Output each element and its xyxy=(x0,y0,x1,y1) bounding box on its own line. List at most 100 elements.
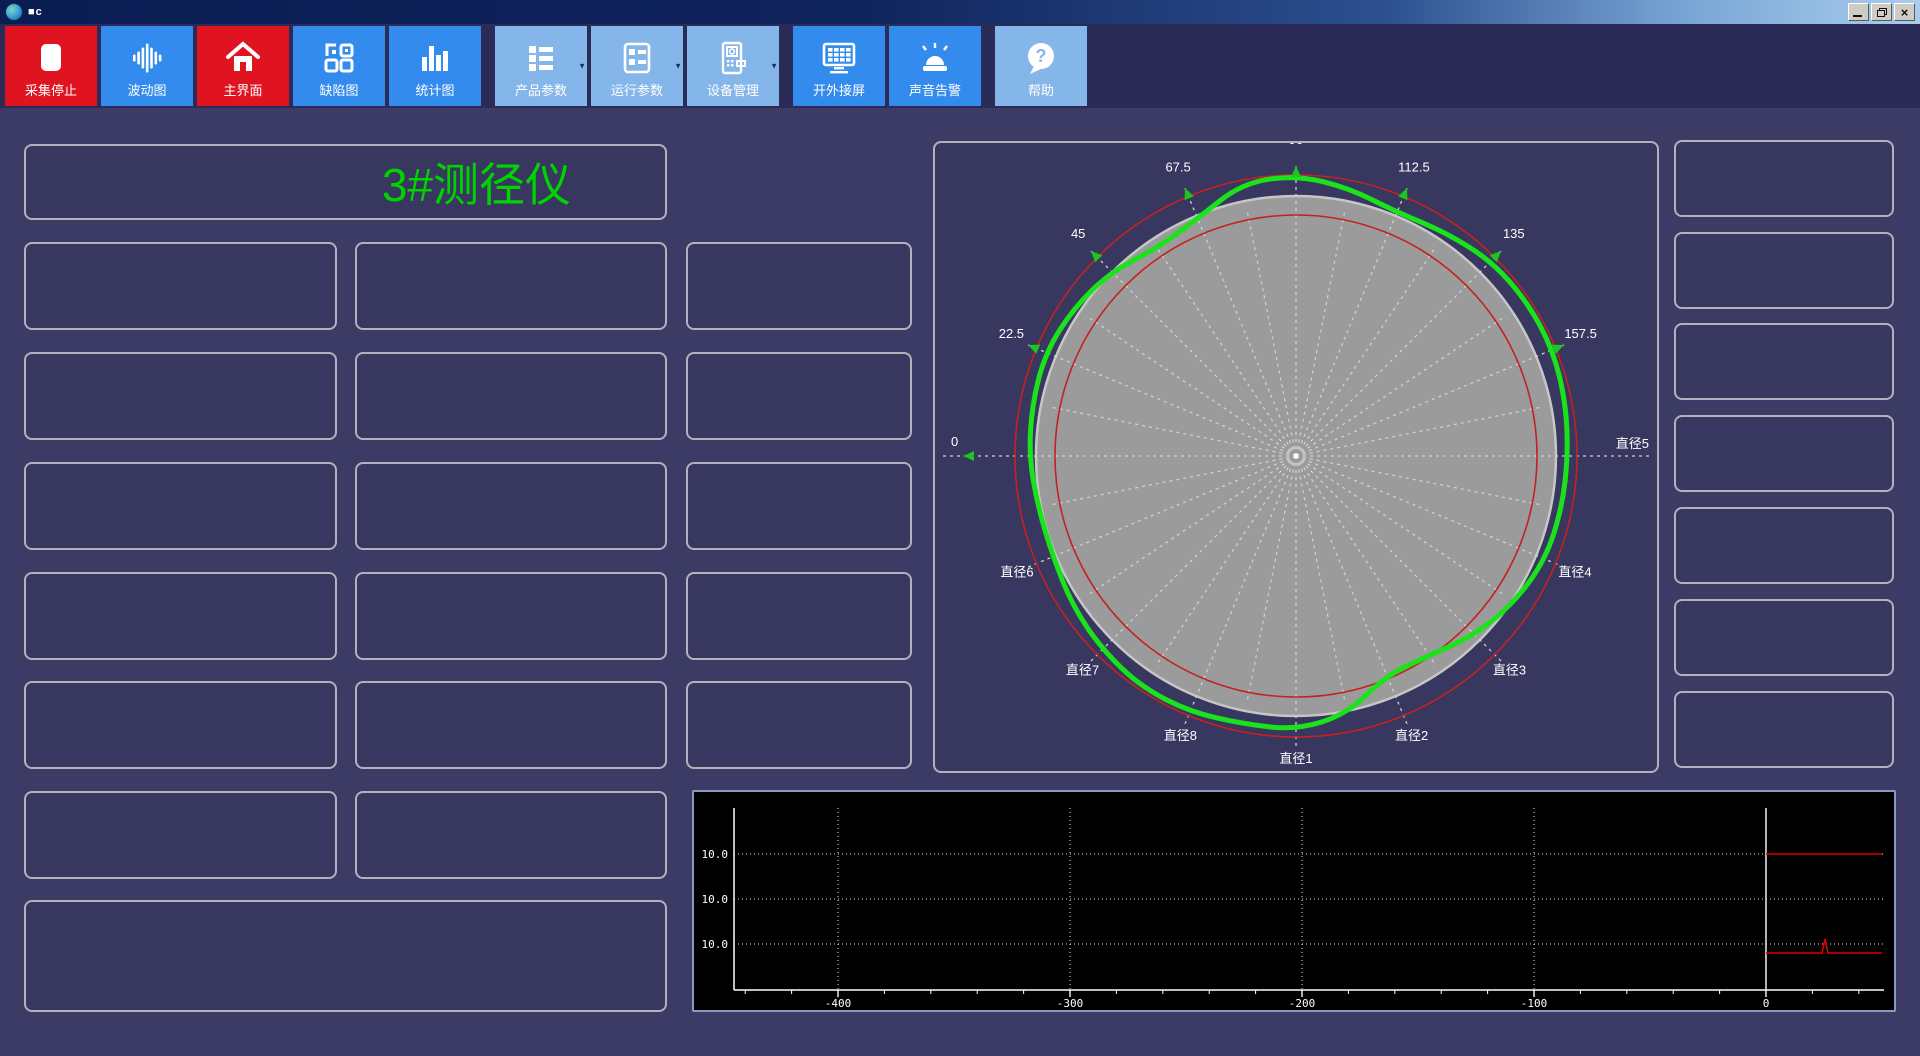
metric-box xyxy=(355,681,667,769)
svg-text:?: ? xyxy=(1036,46,1047,66)
toolbar-button-label: 运行参数 xyxy=(610,83,663,98)
metric-box xyxy=(686,681,912,769)
close-button[interactable]: × xyxy=(1894,3,1915,21)
toolbar-button-waveform[interactable]: 波动图 xyxy=(101,26,193,106)
toolbar-button-label: 采集停止 xyxy=(24,83,77,98)
toolbar-button-label: 缺陷图 xyxy=(319,83,359,98)
toolbar-button-product-params[interactable]: 产品参数 ▼ xyxy=(495,26,587,106)
toolbar-button-label: 声音告警 xyxy=(908,83,961,98)
close-icon: × xyxy=(1900,4,1909,20)
bar-chart-icon xyxy=(415,38,455,78)
app-logo-icon xyxy=(5,3,23,21)
device-manage-icon xyxy=(713,38,753,78)
toolbar-button-label: 帮助 xyxy=(1027,83,1054,98)
svg-text:22.5: 22.5 xyxy=(999,326,1024,341)
chevron-down-icon: ▼ xyxy=(674,61,682,71)
svg-text:直径2: 直径2 xyxy=(1395,728,1428,743)
svg-text:10.0: 10.0 xyxy=(702,893,729,906)
waveform-icon xyxy=(127,38,167,78)
metric-label xyxy=(688,354,910,360)
metric-label xyxy=(688,244,910,250)
toolbar-button-label: 设备管理 xyxy=(706,83,759,98)
metric-label xyxy=(357,244,665,250)
metric-label xyxy=(26,683,335,689)
titlebar: ■c × xyxy=(0,0,1920,24)
status-box xyxy=(1674,691,1894,768)
metric-box xyxy=(355,242,667,330)
minimize-button[interactable] xyxy=(1848,3,1869,21)
status-label xyxy=(1676,234,1892,239)
metric-label xyxy=(688,683,910,689)
svg-text:-300: -300 xyxy=(1057,997,1084,1010)
gauge-title-box: 3#测径仪 xyxy=(24,144,667,220)
chevron-down-icon: ▼ xyxy=(770,61,778,71)
metric-label xyxy=(688,574,910,580)
status-box xyxy=(1674,232,1894,309)
status-box xyxy=(1674,140,1894,217)
svg-text:直径4: 直径4 xyxy=(1558,565,1591,580)
metric-box xyxy=(24,681,337,769)
run-params-icon xyxy=(617,38,657,78)
metric-label xyxy=(26,244,335,250)
svg-text:直径6: 直径6 xyxy=(1000,565,1033,580)
metric-label xyxy=(357,793,665,799)
toolbar-button-home[interactable]: 主界面 xyxy=(197,26,289,106)
status-label xyxy=(1676,601,1892,606)
status-box xyxy=(1674,415,1894,492)
metric-label xyxy=(357,464,665,470)
svg-text:45: 45 xyxy=(1071,226,1085,241)
status-box xyxy=(1674,507,1894,584)
svg-text:直径7: 直径7 xyxy=(1066,663,1099,678)
alarm-box xyxy=(24,900,667,1012)
toolbar-button-bar-chart[interactable]: 统计图 xyxy=(389,26,481,106)
svg-text:90: 90 xyxy=(1289,143,1303,147)
metric-label xyxy=(357,683,665,689)
svg-text:0: 0 xyxy=(951,434,958,449)
metric-box xyxy=(686,572,912,660)
home-icon xyxy=(223,38,263,78)
svg-text:10.0: 10.0 xyxy=(702,848,729,861)
metric-label xyxy=(26,793,335,799)
svg-text:直径3: 直径3 xyxy=(1493,663,1526,678)
external-screen-icon xyxy=(819,38,859,78)
toolbar-button-stop[interactable]: 采集停止 xyxy=(5,26,97,106)
metric-label xyxy=(357,574,665,580)
polar-profile-chart: 0 22.5 45 67.5 90 112.5 135 157.5 直径1 直径2 直径3 直径4 直径… xyxy=(943,143,1649,766)
metric-box xyxy=(24,572,337,660)
toolbar-button-sound-alarm[interactable]: 声音告警 xyxy=(889,26,981,106)
metric-label xyxy=(357,354,665,360)
trend-panel: 10.0 10.0 10.0 -400 -300 -200 -100 0 xyxy=(692,790,1896,1012)
status-label xyxy=(1676,142,1892,147)
svg-text:10.0: 10.0 xyxy=(702,938,729,951)
minimize-icon xyxy=(1853,15,1862,17)
svg-text:-200: -200 xyxy=(1289,997,1316,1010)
svg-text:135: 135 xyxy=(1503,226,1525,241)
svg-text:-100: -100 xyxy=(1521,997,1548,1010)
stop-icon xyxy=(31,38,71,78)
svg-text:直径1: 直径1 xyxy=(1279,751,1312,766)
metric-label xyxy=(688,464,910,470)
svg-text:0: 0 xyxy=(1763,997,1770,1010)
metric-box xyxy=(686,462,912,550)
metric-label xyxy=(26,464,335,470)
metric-box xyxy=(24,242,337,330)
svg-text:157.5: 157.5 xyxy=(1564,326,1597,341)
toolbar-button-label: 统计图 xyxy=(415,83,455,98)
status-label xyxy=(1676,509,1892,514)
gauge-title: 3#测径仪 xyxy=(381,159,571,211)
toolbar-button-label: 产品参数 xyxy=(514,83,567,98)
toolbar-button-help[interactable]: ? 帮助 xyxy=(995,26,1087,106)
help-icon: ? xyxy=(1021,38,1061,78)
restore-button[interactable] xyxy=(1871,3,1892,21)
sound-alarm-icon xyxy=(915,38,955,78)
svg-text:112.5: 112.5 xyxy=(1398,159,1430,174)
defect-map-icon xyxy=(319,38,359,78)
toolbar-button-defect-map[interactable]: 缺陷图 xyxy=(293,26,385,106)
toolbar-button-label: 主界面 xyxy=(223,83,263,98)
toolbar-button-run-params[interactable]: 运行参数 ▼ xyxy=(591,26,683,106)
polar-panel: 0 22.5 45 67.5 90 112.5 135 157.5 直径1 直径2 直径3 直径4 直径… xyxy=(933,141,1659,773)
toolbar-button-device-manage[interactable]: 设备管理 ▼ xyxy=(687,26,779,106)
toolbar-button-external-screen[interactable]: 开外接屏 xyxy=(793,26,885,106)
metric-box xyxy=(24,352,337,440)
svg-text:-400: -400 xyxy=(825,997,852,1010)
